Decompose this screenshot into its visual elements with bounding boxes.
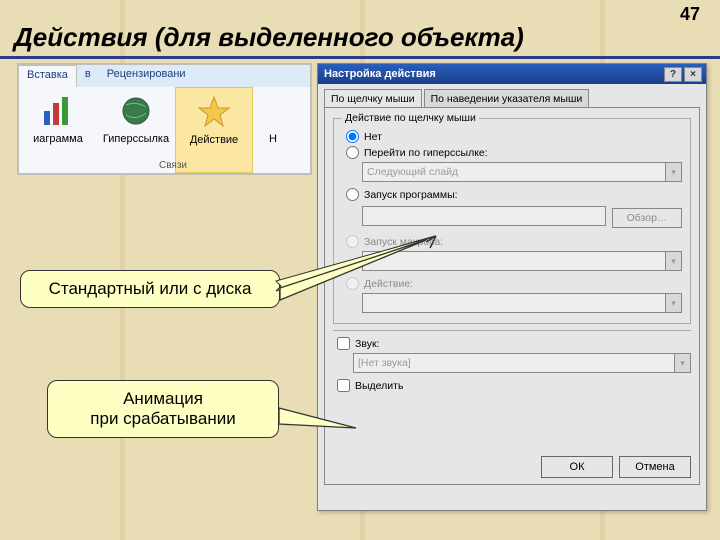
ribbon-item-label: Н (269, 133, 277, 145)
callout-pointer-1 (276, 270, 476, 310)
highlight-label: Выделить (355, 380, 403, 392)
sound-checkbox[interactable] (337, 337, 350, 350)
radio-program[interactable] (346, 188, 359, 201)
browse-button[interactable]: Обзор… (612, 208, 682, 228)
radio-hyperlink-row[interactable]: Перейти по гиперссылке: (346, 146, 682, 159)
radio-none-label: Нет (364, 131, 382, 143)
star-icon (196, 94, 232, 130)
help-button[interactable]: ? (664, 67, 682, 82)
dialog-title: Настройка действия (322, 68, 662, 80)
hyperlink-combo[interactable]: Следующий слайд ▾ (362, 162, 682, 182)
radio-program-row[interactable]: Запуск программы: (346, 188, 682, 201)
chevron-down-icon: ▾ (665, 294, 681, 312)
sound-combo-value: [Нет звука] (358, 357, 411, 369)
dialog-tabs: По щелчку мыши По наведении указателя мы… (324, 88, 700, 107)
ribbon-item-chart[interactable]: иаграмма (19, 87, 97, 173)
highlight-checkbox[interactable] (337, 379, 350, 392)
close-button[interactable]: × (684, 67, 702, 82)
ok-button[interactable]: ОК (541, 456, 613, 478)
callout-text-line2: при срабатывании (90, 409, 235, 428)
separator (333, 330, 691, 331)
ribbon-tab-v[interactable]: в (77, 65, 99, 87)
cancel-button[interactable]: Отмена (619, 456, 691, 478)
callout-pointer-2 (276, 400, 366, 450)
callout-standard-or-disk: Стандартный или с диска (20, 270, 280, 308)
chevron-down-icon[interactable]: ▾ (674, 354, 690, 372)
globe-icon (118, 93, 154, 129)
box-icon (255, 93, 291, 129)
chart-icon (40, 93, 76, 129)
radio-macro-row: Запуск макроса: (346, 235, 682, 248)
sound-check-row[interactable]: Звук: (337, 337, 691, 350)
callout-text: Стандартный или с диска (49, 279, 252, 298)
hyperlink-combo-value: Следующий слайд (367, 166, 458, 178)
ribbon-item-label: Гиперссылка (103, 133, 169, 145)
sound-combo[interactable]: [Нет звука] ▾ (353, 353, 691, 373)
ribbon-tab-insert[interactable]: Вставка (19, 65, 77, 87)
dialog-titlebar[interactable]: Настройка действия ? × (318, 64, 706, 84)
radio-hyperlink[interactable] (346, 146, 359, 159)
ribbon-group-label: Связи (159, 160, 187, 171)
chevron-down-icon: ▾ (665, 252, 681, 270)
tab-on-click[interactable]: По щелчку мыши (324, 89, 422, 108)
radio-none[interactable] (346, 130, 359, 143)
ribbon-item-label: иаграмма (33, 133, 83, 145)
radio-hyperlink-label: Перейти по гиперссылке: (364, 147, 488, 159)
radio-macro (346, 235, 359, 248)
highlight-check-row[interactable]: Выделить (337, 379, 691, 392)
dialog-buttons: ОК Отмена (541, 456, 691, 478)
callout-text-line1: Анимация (123, 389, 203, 408)
ribbon-item-label: Действие (190, 134, 238, 146)
chevron-down-icon[interactable]: ▾ (665, 163, 681, 181)
tab-on-hover[interactable]: По наведении указателя мыши (424, 89, 590, 108)
ribbon-tabs: Вставка в Рецензировани (19, 65, 310, 87)
page-title: Действия (для выделенного объекта) (14, 22, 524, 53)
title-underline (0, 56, 720, 59)
radio-program-label: Запуск программы: (364, 189, 458, 201)
radio-none-row[interactable]: Нет (346, 130, 682, 143)
program-path-field[interactable] (362, 206, 606, 226)
groupbox-legend: Действие по щелчку мыши (342, 112, 479, 124)
ribbon-item-next[interactable]: Н (253, 87, 293, 173)
page-number: 47 (680, 4, 700, 25)
sound-label: Звук: (355, 338, 379, 350)
ribbon-snippet: Вставка в Рецензировани иаграмма Гиперсс… (17, 63, 312, 175)
callout-animation: Анимация при срабатывании (47, 380, 279, 438)
ribbon-tab-review[interactable]: Рецензировани (99, 65, 194, 87)
